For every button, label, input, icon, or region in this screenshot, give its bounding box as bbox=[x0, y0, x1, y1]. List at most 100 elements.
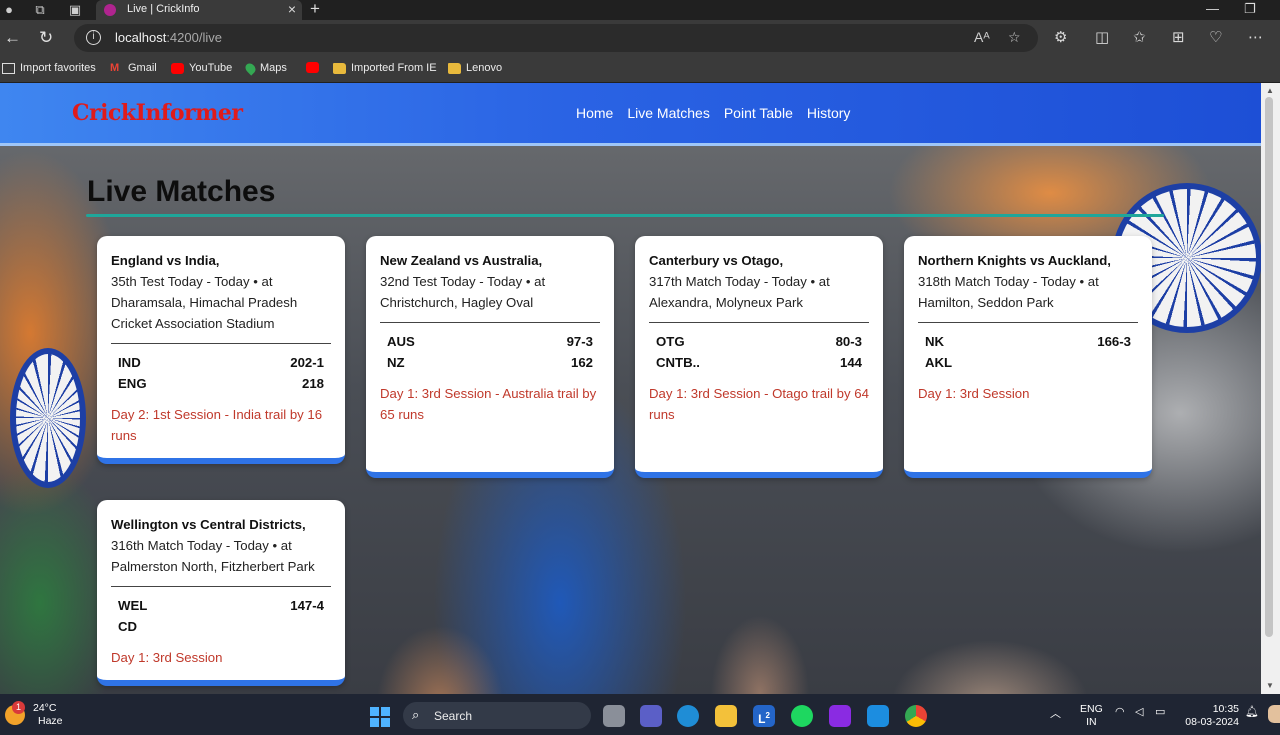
page-scrollbar[interactable]: ▲ ▼ bbox=[1261, 83, 1280, 694]
active-tab[interactable]: Live | CrickInfo × bbox=[96, 0, 302, 20]
search-label: Search bbox=[434, 709, 473, 723]
bookmark-imported-from-ie[interactable]: Imported From IE bbox=[333, 62, 437, 74]
team-score: 162 bbox=[570, 355, 593, 370]
nav-live-matches[interactable]: Live Matches bbox=[627, 105, 709, 121]
team-score: 97-3 bbox=[566, 334, 593, 349]
bookmark-lenovo[interactable]: Lenovo bbox=[448, 62, 502, 74]
weather-temperature: 24°C bbox=[33, 702, 57, 714]
bookmark-gmail[interactable]: M Gmail bbox=[110, 62, 157, 74]
notifications-bell-icon[interactable]: 🔔︎ bbox=[1245, 705, 1259, 718]
team-score-row: ENG 218 bbox=[111, 373, 331, 394]
start-tile bbox=[370, 707, 379, 716]
volume-icon[interactable]: ◁ bbox=[1135, 705, 1143, 718]
url-text[interactable]: localhost:4200/live bbox=[115, 30, 222, 45]
team-score-row: AKL bbox=[918, 352, 1138, 373]
bookmark-label: Lenovo bbox=[466, 62, 503, 74]
site-brand-logo[interactable]: CrickInformer bbox=[72, 100, 243, 126]
minimize-icon[interactable]: — bbox=[1206, 0, 1219, 18]
more-menu-icon[interactable]: ⋯ bbox=[1248, 28, 1263, 48]
spotify-icon[interactable] bbox=[791, 705, 813, 727]
match-card[interactable]: England vs India, 35th Test Today - Toda… bbox=[97, 236, 345, 464]
address-bar[interactable]: i localhost:4200/live Aᴬ ☆ bbox=[74, 24, 1038, 52]
nav-history[interactable]: History bbox=[807, 105, 851, 121]
match-card[interactable]: Northern Knights vs Auckland, 318th Matc… bbox=[904, 236, 1152, 478]
match-status: Day 1: 3rd Session - Otago trail by 64 r… bbox=[649, 386, 869, 422]
page-title: Live Matches bbox=[87, 175, 276, 208]
bookmark-youtube-2[interactable] bbox=[306, 62, 319, 73]
region-code: IN bbox=[1086, 716, 1097, 728]
match-title: Canterbury vs Otago, bbox=[649, 253, 784, 268]
taskbar-search[interactable]: ⌕ Search bbox=[403, 702, 591, 729]
card-divider bbox=[918, 322, 1138, 323]
match-card[interactable]: New Zealand vs Australia, 32nd Test Toda… bbox=[366, 236, 614, 478]
nav-home[interactable]: Home bbox=[576, 105, 613, 121]
match-card[interactable]: Wellington vs Central Districts, 316th M… bbox=[97, 500, 345, 686]
refresh-icon[interactable]: ↻ bbox=[39, 28, 53, 48]
match-card[interactable]: Canterbury vs Otago, 317th Match Today -… bbox=[635, 236, 883, 478]
edge-browser-icon[interactable] bbox=[677, 705, 699, 727]
system-clock[interactable]: 10:35 08-03-2024 bbox=[1184, 703, 1239, 729]
team-score: 80-3 bbox=[835, 334, 862, 349]
team-score: 144 bbox=[839, 355, 862, 370]
team-name: IND bbox=[118, 355, 141, 370]
team-score-row: NK 166-3 bbox=[918, 331, 1138, 352]
team-score-row: NZ 162 bbox=[380, 352, 600, 373]
team-name: AKL bbox=[925, 355, 953, 370]
start-tile bbox=[381, 718, 390, 727]
back-icon[interactable]: ← bbox=[4, 28, 21, 48]
collections-icon[interactable]: ⊞ bbox=[1172, 28, 1185, 48]
wifi-icon[interactable]: ◠ bbox=[1115, 705, 1125, 718]
battery-icon[interactable]: ▭ bbox=[1155, 705, 1165, 718]
youtube-icon bbox=[171, 62, 184, 74]
site-menu: Home Live Matches Point Table History bbox=[576, 105, 850, 121]
scroll-down-icon[interactable]: ▼ bbox=[1266, 681, 1274, 690]
folder-icon bbox=[448, 62, 461, 74]
read-aloud-icon[interactable]: Aᴬ bbox=[974, 29, 990, 45]
split-screen-icon[interactable]: ◫ bbox=[1095, 28, 1109, 48]
bookmark-maps[interactable]: Maps bbox=[243, 60, 287, 76]
import-icon bbox=[2, 62, 15, 74]
scroll-up-icon[interactable]: ▲ bbox=[1266, 86, 1274, 95]
maps-pin-icon bbox=[243, 60, 258, 76]
input-language[interactable]: ENG IN bbox=[1080, 703, 1103, 729]
copilot-avatar-icon[interactable] bbox=[1268, 705, 1280, 723]
team-score: 147-4 bbox=[290, 598, 324, 613]
favorite-star-icon[interactable]: ☆ bbox=[1008, 29, 1021, 46]
chrome-icon[interactable] bbox=[905, 705, 927, 727]
page-viewport: CrickInformer Home Live Matches Point Ta… bbox=[0, 83, 1261, 694]
intellij-icon[interactable] bbox=[829, 705, 851, 727]
youtube-icon bbox=[306, 62, 319, 73]
favorites-icon[interactable]: ✩ bbox=[1133, 28, 1146, 48]
bookmark-label: Gmail bbox=[128, 62, 157, 74]
tab-actions-icon[interactable]: ▣ bbox=[66, 1, 84, 19]
file-explorer-icon[interactable] bbox=[715, 705, 737, 727]
browser-essentials-icon[interactable]: ♡ bbox=[1209, 28, 1222, 48]
site-info-icon[interactable]: i bbox=[86, 30, 101, 45]
show-hidden-icons-icon[interactable]: ︿ bbox=[1050, 705, 1061, 721]
workspaces-icon[interactable]: ⧉ bbox=[31, 1, 49, 19]
match-description: 35th Test Today - Today • at Dharamsala,… bbox=[111, 274, 298, 331]
team-name: NZ bbox=[387, 355, 405, 370]
maximize-icon[interactable]: ❐ bbox=[1244, 0, 1256, 18]
profile-icon[interactable]: ● bbox=[0, 1, 18, 19]
scrollbar-thumb[interactable] bbox=[1265, 97, 1273, 637]
teams-chat-icon[interactable] bbox=[640, 705, 662, 727]
task-view-icon[interactable] bbox=[603, 705, 625, 727]
bookmark-import-favorites[interactable]: Import favorites bbox=[2, 62, 96, 74]
team-score-row: IND 202-1 bbox=[111, 352, 331, 373]
bookmarks-bar: Import favorites M Gmail YouTube Maps Im… bbox=[0, 56, 1280, 82]
team-name: WEL bbox=[118, 598, 148, 613]
vscode-icon[interactable] bbox=[867, 705, 889, 727]
bookmark-youtube[interactable]: YouTube bbox=[171, 62, 232, 74]
extensions-icon[interactable]: ⚙ bbox=[1054, 28, 1067, 48]
team-score-row: CD bbox=[111, 616, 331, 637]
start-button[interactable] bbox=[370, 707, 390, 727]
nav-point-table[interactable]: Point Table bbox=[724, 105, 793, 121]
match-description: 316th Match Today - Today • at Palmersto… bbox=[111, 538, 315, 574]
notification-badge: 1 bbox=[12, 701, 25, 714]
close-tab-icon[interactable]: × bbox=[288, 0, 296, 18]
outlook-icon[interactable]: L2 bbox=[753, 705, 775, 727]
weather-widget[interactable]: 1 24°C Haze bbox=[5, 701, 63, 728]
match-title: New Zealand vs Australia, bbox=[380, 253, 543, 268]
new-tab-icon[interactable]: + bbox=[310, 0, 320, 19]
